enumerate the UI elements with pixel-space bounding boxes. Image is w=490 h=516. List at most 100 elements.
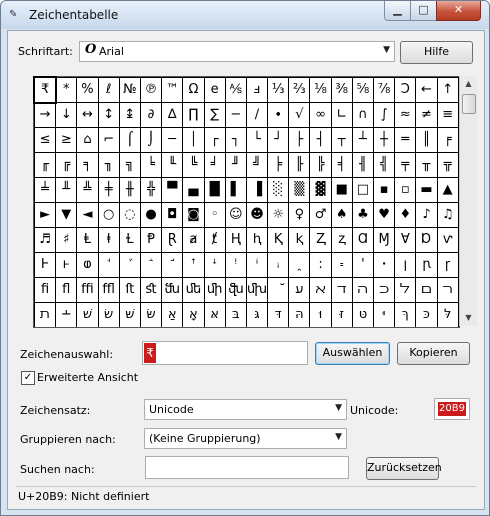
character-cell[interactable]: ♯ [56, 228, 77, 252]
character-cell[interactable]: ┐ [225, 128, 246, 152]
character-cell[interactable]: ⱨ [246, 228, 268, 252]
character-cell[interactable]: ╩ [77, 178, 98, 202]
character-cell[interactable]: ꞁ [395, 253, 416, 277]
character-cell[interactable]: ↓ [56, 103, 77, 127]
character-cell[interactable]: ╢ [352, 153, 373, 177]
select-button[interactable]: Auswählen [315, 342, 390, 365]
scroll-up-arrow-icon[interactable]: ▲ [462, 78, 475, 90]
character-cell[interactable]: ꜝ [225, 253, 246, 277]
character-cell[interactable]: ⱷ [77, 253, 98, 277]
character-cell[interactable]: ﬆ [140, 278, 162, 302]
character-cell[interactable]: Ɐ [395, 228, 416, 252]
character-cell[interactable]: ═ [395, 128, 416, 152]
character-cell[interactable]: ꜙ [140, 253, 162, 277]
group-select[interactable]: (Keine Gruppierung) ▼ [144, 428, 347, 449]
character-cell[interactable]: ﬡ [310, 278, 331, 302]
character-cell[interactable]: █ [204, 178, 225, 202]
character-cell[interactable]: → [35, 103, 56, 127]
character-cell[interactable]: ⱡ [98, 228, 119, 252]
character-cell[interactable]: √ [289, 103, 310, 127]
character-cell[interactable]: ↨ [119, 103, 140, 127]
character-cell[interactable]: ╜ [225, 153, 246, 177]
character-cell[interactable]: ꜞ [246, 253, 268, 277]
character-cell[interactable]: גּ [246, 303, 268, 327]
character-cell[interactable]: Ↄ [395, 78, 416, 102]
character-cell[interactable]: ┘ [268, 128, 289, 152]
character-cell[interactable]: ﬗ [246, 278, 268, 302]
character-cell[interactable]: ≤ [35, 128, 56, 152]
character-cell[interactable]: ♪ [416, 203, 437, 227]
character-cell[interactable]: ∂ [140, 103, 162, 127]
character-cell[interactable]: ├ [289, 128, 310, 152]
character-cell[interactable]: ● [140, 203, 162, 227]
character-cell[interactable]: ⅎ [246, 78, 268, 102]
character-cell[interactable]: ⅜ [331, 78, 352, 102]
character-cell[interactable]: ﬕ [204, 278, 225, 302]
character-cell[interactable]: ╬ [140, 178, 162, 202]
character-cell[interactable]: ╡ [331, 153, 352, 177]
character-cell[interactable]: ▫ [395, 178, 416, 202]
character-cell[interactable]: יּ [374, 303, 395, 327]
character-cell[interactable]: ♦ [395, 203, 416, 227]
character-cell[interactable]: ► [35, 203, 56, 227]
character-cell[interactable]: ▲ [437, 178, 458, 202]
character-cell[interactable]: ┤ [310, 128, 331, 152]
character-cell[interactable]: ▌ [225, 178, 246, 202]
character-cell[interactable]: ∑ [204, 103, 225, 127]
character-cell[interactable]: ™ [162, 78, 183, 102]
character-cell[interactable]: ﬢ [331, 278, 352, 302]
character-cell[interactable]: ▬ [416, 178, 437, 202]
scroll-down-arrow-icon[interactable]: ▼ [462, 312, 475, 324]
character-cell[interactable]: דּ [268, 303, 289, 327]
character-cell[interactable]: ♂ [310, 203, 331, 227]
character-cell[interactable]: ﬞ [268, 278, 289, 302]
character-cell[interactable]: ꞅ [437, 253, 458, 277]
character-cell[interactable]: ♥ [374, 203, 395, 227]
character-cell[interactable]: ║ [416, 128, 437, 152]
character-cell[interactable]: ﬁ [35, 278, 56, 302]
character-cell[interactable]: ╫ [119, 178, 140, 202]
character-cell[interactable]: Ⱶ [35, 253, 56, 277]
character-cell[interactable]: ∆ [162, 103, 183, 127]
character-cell[interactable]: ▀ [162, 178, 183, 202]
character-cell[interactable]: Ɑ [352, 228, 373, 252]
character-cell[interactable]: Ⱡ [77, 228, 98, 252]
character-cell[interactable]: Ɫ [119, 228, 140, 252]
character-cell[interactable]: ﬦ [416, 278, 437, 302]
character-cell[interactable]: בּ [225, 303, 246, 327]
character-cell[interactable]: * [56, 78, 77, 102]
character-cell[interactable]: e [204, 78, 225, 102]
character-cell[interactable]: ﬣ [352, 278, 373, 302]
scroll-thumb[interactable] [462, 94, 476, 114]
character-cell[interactable]: ╙ [162, 153, 183, 177]
character-cell[interactable]: ╝ [246, 153, 268, 177]
character-cell[interactable]: אּ [204, 303, 225, 327]
character-cell[interactable]: ∩ [352, 103, 373, 127]
character-cell[interactable]: ♫ [437, 203, 458, 227]
character-cell[interactable]: ╖ [98, 153, 119, 177]
advanced-view-checkbox[interactable]: ✓ [21, 371, 35, 385]
character-cell[interactable]: ♀ [289, 203, 310, 227]
character-cell[interactable]: ◦ [204, 203, 225, 227]
character-cell[interactable]: ╔ [56, 153, 77, 177]
minimize-button[interactable]: ▁ [384, 1, 411, 21]
character-cell[interactable]: ▄ [183, 178, 204, 202]
character-cell[interactable]: ╤ [395, 153, 416, 177]
character-cell[interactable]: ﬂ [56, 278, 77, 302]
unicode-input[interactable]: 20B9 [434, 398, 470, 420]
character-grid[interactable]: ₹ *% ℓ № ℗ ™ Ωe ⅍ ⅎ ⅓ ⅔ ⅛ ⅜ ⅝ ⅞ Ↄ ← ↑ → ↓ ↔ ↕ ↨ ∂ ∆ ∏ ∑ − ∕ ∙ √ ∞ ∟ ∩ ∫ ≈ ≠ ≡… [32, 76, 460, 328]
copy-button[interactable]: Kopieren [397, 342, 470, 365]
character-cell[interactable]: ♬ [35, 228, 56, 252]
character-cell[interactable]: │ [183, 128, 204, 152]
character-cell[interactable]: ▼ [56, 203, 77, 227]
character-cell[interactable]: Ⱨ [225, 228, 246, 252]
character-cell[interactable]: ─ [162, 128, 183, 152]
character-cell[interactable]: ╓ [35, 153, 56, 177]
character-cell[interactable]: ꜜ [204, 253, 225, 277]
character-cell[interactable]: ☺ [225, 203, 246, 227]
character-cell[interactable]: ◌ [119, 203, 140, 227]
character-cell[interactable]: שּׂ [140, 303, 162, 327]
character-cell[interactable]: Ⱬ [310, 228, 331, 252]
character-cell[interactable]: ꜚ [162, 253, 183, 277]
character-cell[interactable]: וּ [310, 303, 331, 327]
